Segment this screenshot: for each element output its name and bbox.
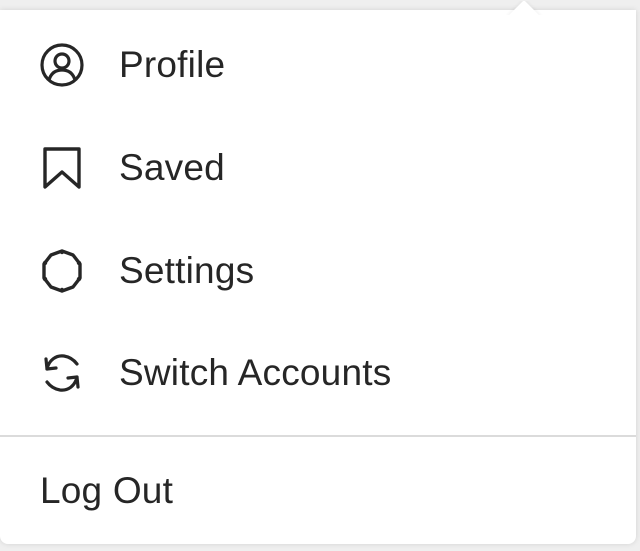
log-out-label: Log Out [40,470,174,511]
menu-item-label: Settings [119,249,255,291]
settings-gear-icon [38,247,86,295]
menu-item-switch-accounts[interactable]: Switch Accounts [0,321,636,424]
menu-item-label: Profile [119,43,226,85]
bookmark-icon [38,144,86,192]
menu-item-profile[interactable]: Profile [0,13,636,116]
switch-accounts-icon [38,349,86,397]
log-out-button[interactable]: Log Out [0,438,636,544]
profile-icon [38,41,86,89]
menu-item-label: Saved [119,146,225,188]
menu-item-settings[interactable]: Settings [0,219,636,322]
menu-item-label: Switch Accounts [119,351,392,393]
account-dropdown-menu: Profile Saved Settings Switch Accounts L… [0,10,636,544]
menu-item-saved[interactable]: Saved [0,116,636,219]
menu-divider [0,435,636,437]
